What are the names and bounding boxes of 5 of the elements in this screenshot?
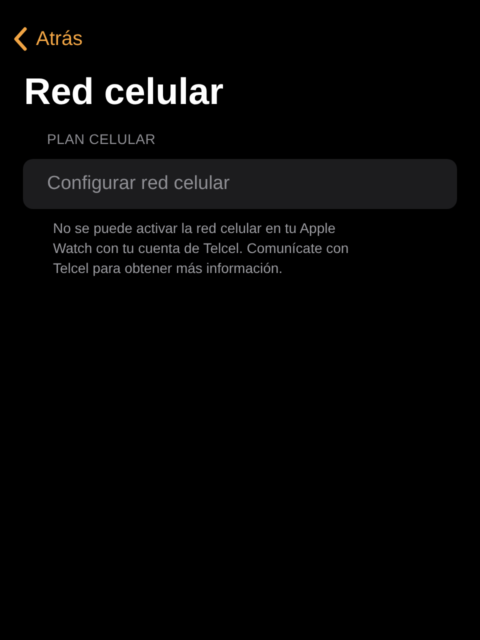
- section-header: PLAN CELULAR: [46, 130, 157, 149]
- page-title: Red celular: [23, 70, 224, 114]
- chevron-left-icon: [14, 27, 28, 51]
- back-button[interactable]: Atrás: [14, 24, 83, 54]
- section-footer: No se puede activar la red celular en tu Apple Watch con tu cuenta de Telcel. Comunícate con Telcel para obtener más información.: [0, 218, 480, 278]
